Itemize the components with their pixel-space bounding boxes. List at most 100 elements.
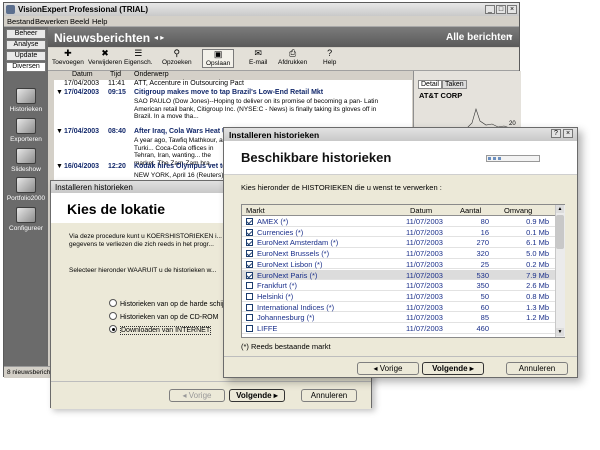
row-checkbox[interactable] (246, 303, 253, 311)
sidebar-item-slideshow[interactable]: Slideshow (4, 148, 48, 173)
column-market[interactable]: Markt (246, 206, 265, 215)
row-checkbox[interactable] (246, 239, 253, 247)
next-button[interactable]: Volgende ▸ (229, 389, 285, 402)
scroll-thumb[interactable] (556, 215, 564, 249)
maximize-icon[interactable]: □ (496, 5, 506, 14)
row-checkbox[interactable] (246, 325, 253, 332)
table-row[interactable]: Currencies (*) 11/07/2003 16 0.1 Mb (242, 227, 555, 238)
menu-beeld[interactable]: Beeld (70, 17, 89, 26)
sidebar-tab-diversen[interactable]: Diversen (6, 62, 46, 72)
chevron-down-icon[interactable]: ▼ (507, 34, 514, 41)
row-checkbox[interactable] (246, 228, 253, 236)
sidebar-item-exporteren[interactable]: Exporteren (4, 118, 48, 143)
table-row[interactable]: AMEX (*) 11/07/2003 80 0.9 Mb (242, 216, 555, 227)
close-icon[interactable]: × (563, 129, 573, 138)
next-button[interactable]: Volgende ▸ (422, 362, 484, 375)
row-checkbox[interactable] (246, 292, 253, 300)
toolbar: ✚ Toevoegen ✖ Verwijderen ☰ Eigensch. ⚲ Opzo… (48, 48, 519, 71)
column-time[interactable]: Tijd (110, 71, 121, 78)
radio-label: Downloaden van INTERNET (120, 326, 212, 335)
row-checkbox[interactable] (246, 314, 253, 322)
back-button[interactable]: ◂ Vorige (169, 389, 225, 402)
sidebar-tab-analyse[interactable]: Analyse (6, 40, 46, 50)
market-name: LIFFE (257, 324, 278, 333)
plus-icon: ✚ (64, 48, 72, 58)
scroll-down-icon[interactable]: ▼ (556, 328, 564, 336)
table-row[interactable]: Johannesburg (*) 11/07/2003 85 1.2 Mb (242, 312, 555, 323)
row-checkbox[interactable] (246, 218, 253, 225)
market-date: 11/07/2003 (406, 238, 443, 248)
sidebar-tab-beheer[interactable]: Beheer (6, 29, 46, 39)
column-size[interactable]: Omvang (504, 206, 532, 215)
minimize-icon[interactable]: _ (485, 5, 495, 14)
market-date: 11/07/2003 (406, 227, 443, 237)
column-date[interactable]: Datum (410, 206, 432, 215)
market-name: EuroNext Paris (*) (257, 270, 318, 280)
back-button[interactable]: ◂ Vorige (357, 362, 419, 375)
table-row[interactable]: EuroNext Amsterdam (*) 11/07/2003 270 6.1 M… (242, 237, 555, 249)
add-button[interactable]: ✚ Toevoegen (52, 48, 84, 67)
table-row[interactable]: Helsinki (*) 11/07/2003 50 0.8 Mb (242, 291, 555, 302)
main-title-bar[interactable]: VisionExpert Professional (TRIAL) _ □ × (4, 3, 519, 16)
row-checkbox[interactable] (246, 282, 253, 290)
menu-bestand[interactable]: Bestand (7, 17, 35, 26)
sidebar-item-label: Slideshow (11, 166, 41, 173)
table-row[interactable]: Frankfurt (*) 11/07/2003 350 2.6 Mb (242, 280, 555, 291)
sidebar-item-historieken[interactable]: Historieken (4, 88, 48, 113)
cancel-button[interactable]: Annuleren (301, 389, 357, 402)
table-row[interactable]: EuroNext Lisbon (*) 11/07/2003 25 0.2 Mb (242, 259, 555, 270)
close-icon[interactable]: × (507, 5, 517, 14)
dialog-instruction: Selecteer hieronder WAARUIT u de histori… (69, 267, 217, 274)
menu-help[interactable]: Help (92, 17, 107, 26)
button-label: Vorige (188, 391, 212, 400)
search-button[interactable]: ⚲ Opzoeken (162, 49, 192, 67)
chevron-down-icon[interactable]: ▼ (56, 128, 63, 135)
radio-hard-disk[interactable]: Historieken van op de harde schijf (109, 299, 225, 308)
market-name: Currencies (*) (257, 227, 304, 237)
table-row[interactable]: EuroNext Paris (*) 11/07/2003 530 7.9 Mb (242, 269, 555, 281)
tab-detail[interactable]: Detail (418, 80, 442, 89)
scroll-up-icon[interactable]: ▲ (556, 205, 564, 213)
button-label: Annuleren (518, 364, 556, 373)
email-button[interactable]: ✉ E-mail (249, 49, 267, 67)
tab-taken[interactable]: Taken (442, 80, 467, 89)
news-date: 17/04/2003 (64, 89, 100, 96)
row-checkbox[interactable] (246, 250, 253, 258)
scrollbar[interactable]: ▲ ▼ (555, 205, 565, 337)
news-body: SAO PAULO (Dow Jones)--Hoping to deliver… (134, 98, 379, 121)
market-size: 0.8 Mb (526, 291, 549, 301)
sidebar-tab-update[interactable]: Update (6, 51, 46, 61)
progress-bar (486, 155, 540, 162)
column-count[interactable]: Aantal (460, 206, 481, 215)
table-row[interactable]: International Indices (*) 11/07/2003 60 1.3… (242, 302, 555, 313)
row-checkbox[interactable] (246, 260, 253, 268)
nav-arrows-icon[interactable]: ◂ ▸ (154, 33, 164, 42)
save-button[interactable]: ▣ Opslaan (202, 49, 235, 68)
button-label: Annuleren (310, 391, 348, 400)
sidebar-item-portfolio[interactable]: Portfolio2000 (4, 177, 48, 202)
print-button[interactable]: ⎙ Afdrukken (278, 49, 307, 67)
radio-internet[interactable]: Downloaden van INTERNET (109, 325, 212, 335)
column-subject[interactable]: Onderwerp (134, 71, 169, 78)
delete-button[interactable]: ✖ Verwijderen (88, 49, 122, 67)
dialog-heading: Beschikbare historieken (241, 150, 392, 165)
column-date[interactable]: Datum (72, 71, 93, 78)
menu-bewerken[interactable]: Bewerken (35, 17, 68, 26)
cancel-button[interactable]: Annuleren (506, 362, 568, 375)
chevron-down-icon[interactable]: ▼ (56, 89, 63, 96)
dialog-title-bar[interactable]: Installeren historieken ? × (224, 128, 577, 141)
help-button[interactable]: ? Help (323, 49, 336, 67)
list-item[interactable]: 17/04/2003 11:41 ATT, Accenture in Outso… (54, 80, 412, 88)
sidebar-item-configureer[interactable]: Configureer (4, 207, 48, 232)
properties-button[interactable]: ☰ Eigensch. (124, 49, 153, 67)
chevron-down-icon[interactable]: ▼ (56, 163, 63, 170)
table-row[interactable]: EuroNext Brussels (*) 11/07/2003 320 5.0 Mb (242, 248, 555, 259)
table-row[interactable]: LIFFE 11/07/2003 460 (242, 323, 555, 334)
radio-cdrom[interactable]: Historieken van op de CD-ROM (109, 312, 218, 321)
help-icon[interactable]: ? (551, 129, 561, 138)
row-checkbox[interactable] (246, 271, 253, 279)
list-item[interactable]: ▼ 17/04/2003 09:15 Citigroup makes move … (54, 89, 412, 127)
radio-icon (109, 299, 117, 307)
market-count: 270 (476, 238, 489, 248)
filter-dropdown[interactable]: Alle berichten (446, 32, 512, 43)
